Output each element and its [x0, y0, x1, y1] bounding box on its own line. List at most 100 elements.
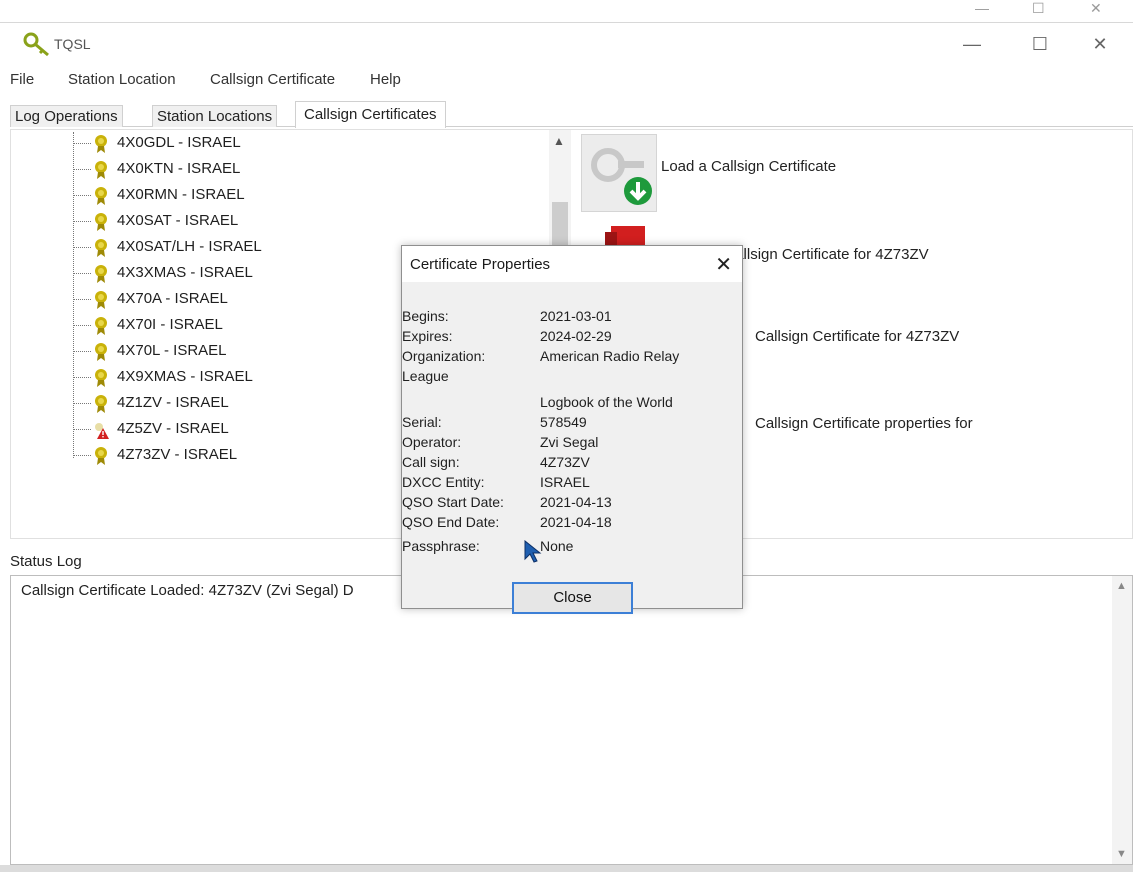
dialog-title: Certificate Properties: [410, 256, 551, 273]
menu-bar: File Station Location Callsign Certifica…: [0, 67, 1133, 93]
certificate-label: 4X3XMAS - ISRAEL: [117, 264, 253, 281]
begins-value: 2021-03-01: [540, 308, 612, 324]
menu-file[interactable]: File: [10, 71, 34, 88]
certificate-item[interactable]: 4X0KTN - ISRAEL: [73, 158, 373, 182]
certificate-ribbon-icon: [95, 187, 107, 205]
certificate-ribbon-icon: [95, 213, 107, 231]
certificate-label: 4X0KTN - ISRAEL: [117, 160, 241, 177]
organization-value: American Radio Relay: [540, 348, 680, 364]
dxcc-value: ISRAEL: [540, 474, 590, 490]
certificate-ribbon-icon: [95, 291, 107, 309]
logbook-value: Logbook of the World: [540, 394, 673, 410]
scroll-up-arrow-icon[interactable]: ▲: [553, 134, 565, 148]
certificate-label: 4X0GDL - ISRAEL: [117, 134, 241, 151]
menu-help[interactable]: Help: [370, 71, 401, 88]
tree-connector: [73, 169, 91, 170]
menu-station-location[interactable]: Station Location: [68, 71, 176, 88]
operator-label: Operator:: [402, 434, 462, 450]
serial-label: Serial:: [402, 414, 442, 430]
expires-label: Expires:: [402, 328, 453, 344]
tree-connector: [73, 377, 91, 378]
certificate-item[interactable]: 4X70L - ISRAEL: [73, 340, 373, 364]
tree-connector: [73, 195, 91, 196]
tree-connector: [73, 273, 91, 274]
certificate-ribbon-icon: [95, 317, 107, 335]
scroll-down-arrow-icon[interactable]: ▼: [1116, 848, 1127, 860]
tree-connector: [73, 299, 91, 300]
certificate-item[interactable]: 4Z1ZV - ISRAEL: [73, 392, 373, 416]
minimize-button[interactable]: —: [950, 29, 994, 59]
certificate-ribbon-icon: [95, 447, 107, 465]
tree-connector: [73, 455, 91, 456]
organization-label: Organization:: [402, 348, 486, 364]
begins-label: Begins:: [402, 308, 449, 324]
close-window-button[interactable]: ✕: [1078, 29, 1122, 59]
callsign-label: Call sign:: [402, 454, 460, 470]
tree-connector: [73, 325, 91, 326]
status-log-label: Status Log: [10, 553, 82, 570]
certificate-label: 4X9XMAS - ISRAEL: [117, 368, 253, 385]
certificate-item[interactable]: 4X0GDL - ISRAEL: [73, 132, 373, 156]
background-minimize-icon: —: [975, 0, 989, 16]
qso-end-label: QSO End Date:: [402, 514, 500, 530]
scroll-up-arrow-icon[interactable]: ▲: [1116, 580, 1127, 592]
certificate-item[interactable]: 4X0SAT/LH - ISRAEL: [73, 236, 373, 260]
tab-log-operations[interactable]: Log Operations: [10, 105, 123, 127]
serial-value: 578549: [540, 414, 587, 430]
certificate-label: 4X70I - ISRAEL: [117, 316, 223, 333]
certificate-ribbon-icon: [95, 395, 107, 413]
certificate-ribbon-icon: [95, 135, 107, 153]
certificate-warning-icon: [95, 423, 109, 439]
background-close-icon: ✕: [1090, 0, 1102, 16]
background-window-strip: — ☐ ✕: [0, 0, 1133, 22]
qso-start-value: 2021-04-13: [540, 494, 612, 510]
certificate-label: 4X70L - ISRAEL: [117, 342, 227, 359]
certificate-label: 4Z1ZV - ISRAEL: [117, 394, 229, 411]
tab-station-locations[interactable]: Station Locations: [152, 105, 278, 127]
certificate-properties-dialog: Certificate Properties ✕ Begins: 2021-03…: [401, 245, 743, 614]
tree-connector: [73, 429, 91, 430]
dxcc-label: DXCC Entity:: [402, 474, 485, 490]
certificate-action-label[interactable]: Callsign Certificate for 4Z73ZV: [755, 328, 959, 345]
tree-connector: [73, 221, 91, 222]
window-title: TQSL: [54, 36, 91, 52]
certificate-item[interactable]: 4X0RMN - ISRAEL: [73, 184, 373, 208]
tree-connector: [73, 247, 91, 248]
certificate-ribbon-icon: [95, 161, 107, 179]
certificate-label: 4X70A - ISRAEL: [117, 290, 228, 307]
qso-end-value: 2021-04-18: [540, 514, 612, 530]
expires-value: 2024-02-29: [540, 328, 612, 344]
tab-bar: Log Operations Station Locations Callsig…: [10, 101, 1133, 128]
callsign-value: 4Z73ZV: [540, 454, 590, 470]
certificate-item[interactable]: 4X70I - ISRAEL: [73, 314, 373, 338]
operator-value: Zvi Segal: [540, 434, 599, 450]
tree-connector: [73, 351, 91, 352]
status-scrollbar[interactable]: ▲ ▼: [1112, 576, 1132, 864]
certificate-properties-label[interactable]: Callsign Certificate properties for: [755, 415, 973, 432]
passphrase-value: None: [540, 538, 574, 554]
qso-start-label: QSO Start Date:: [402, 494, 504, 510]
certificate-item[interactable]: 4Z73ZV - ISRAEL: [73, 444, 373, 468]
load-certificate-button[interactable]: [581, 134, 657, 212]
mouse-cursor-icon: [524, 540, 542, 563]
menu-callsign-certificate[interactable]: Callsign Certificate: [210, 71, 335, 88]
certificate-label: 4X0RMN - ISRAEL: [117, 186, 245, 203]
status-log: Callsign Certificate Loaded: 4Z73ZV (Zvi…: [10, 575, 1133, 865]
dialog-close-icon[interactable]: ✕: [715, 252, 732, 277]
certificate-item[interactable]: 4X70A - ISRAEL: [73, 288, 373, 312]
status-log-text: Callsign Certificate Loaded: 4Z73ZV (Zvi…: [21, 582, 354, 599]
tree-connector: [73, 403, 91, 404]
certificate-item[interactable]: 4X3XMAS - ISRAEL: [73, 262, 373, 286]
title-bar: TQSL — ☐ ✕: [0, 23, 1133, 65]
certificate-label: 4X0SAT - ISRAEL: [117, 212, 239, 229]
certificate-item[interactable]: 4X0SAT - ISRAEL: [73, 210, 373, 234]
certificate-item[interactable]: 4Z5ZV - ISRAEL: [73, 418, 373, 442]
maximize-button[interactable]: ☐: [1018, 29, 1062, 59]
tab-callsign-certificates[interactable]: Callsign Certificates: [295, 101, 446, 128]
background-maximize-icon: ☐: [1032, 0, 1045, 16]
tree-connector: [73, 143, 91, 144]
certificate-item[interactable]: 4X9XMAS - ISRAEL: [73, 366, 373, 390]
load-certificate-label[interactable]: Load a Callsign Certificate: [661, 158, 836, 175]
close-button[interactable]: Close: [512, 582, 633, 614]
load-certificate-icon: [591, 148, 652, 205]
